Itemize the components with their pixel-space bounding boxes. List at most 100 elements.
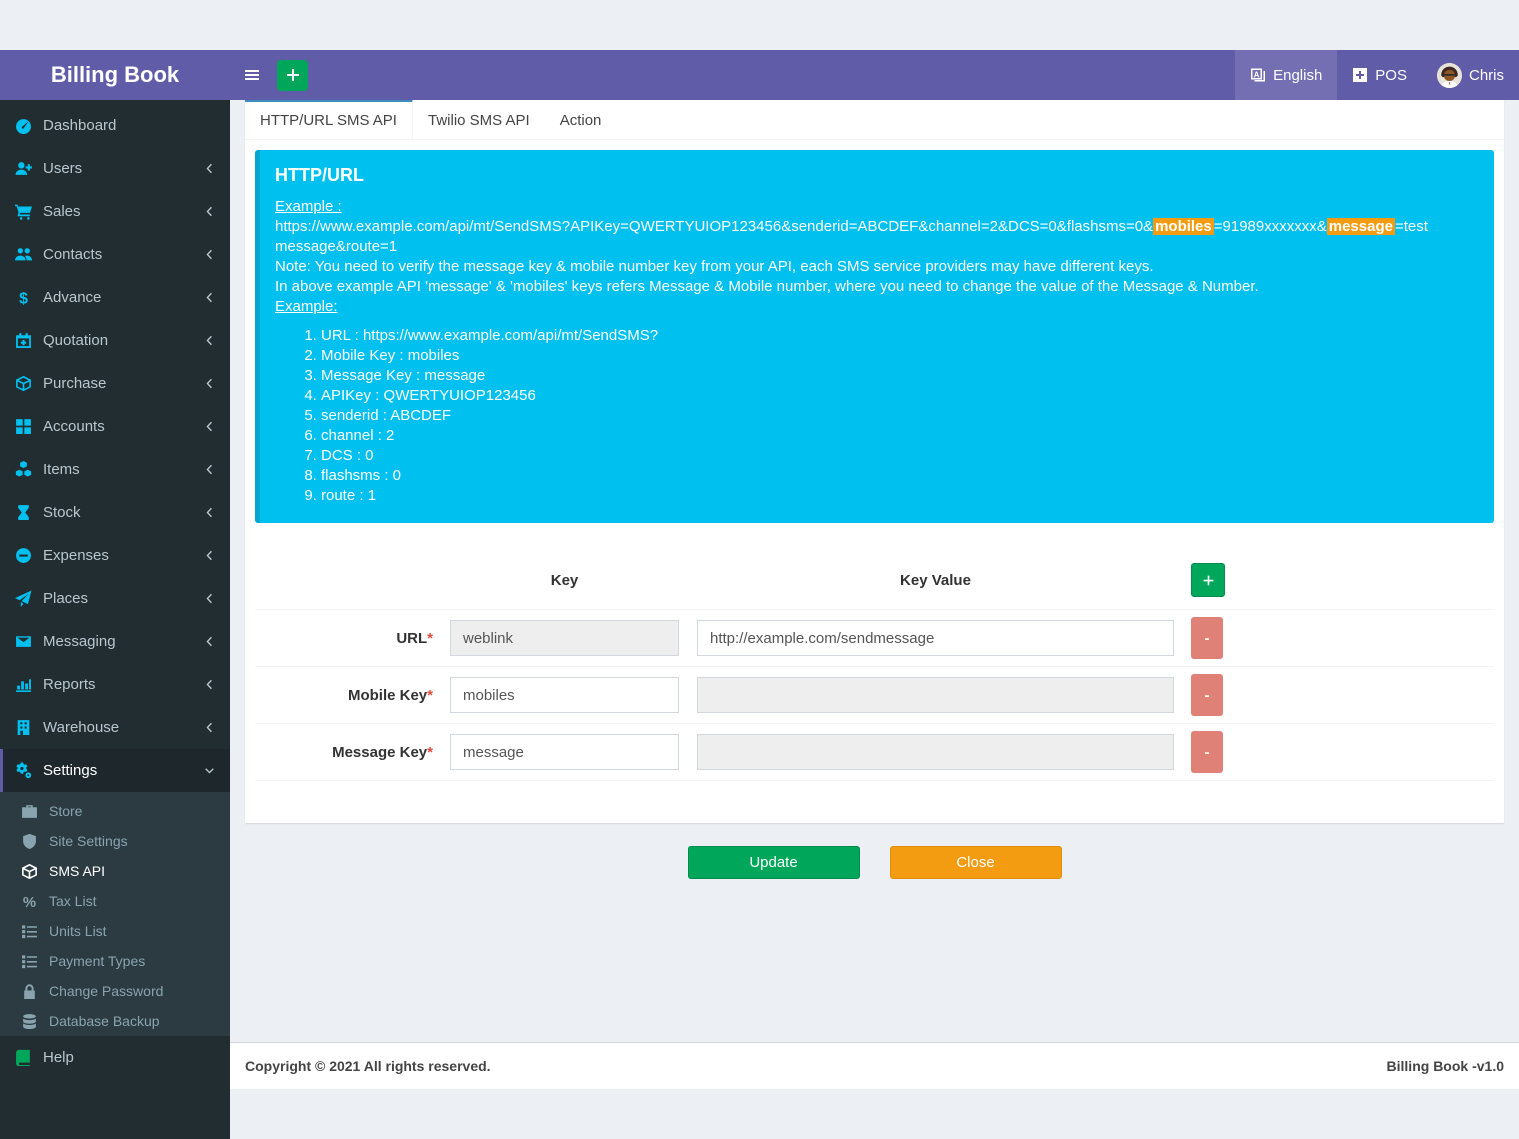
url-key-input — [450, 620, 679, 656]
table-row: Message Key* - — [255, 724, 1494, 781]
tab-link-twilio[interactable]: Twilio SMS API — [413, 99, 545, 139]
copyright-text: Copyright © 2021 All rights reserved. — [245, 1058, 491, 1074]
sidebar-sublink-store[interactable]: Store — [0, 796, 230, 826]
top-navbar: English POS Chris — [230, 50, 1519, 100]
url-value-input[interactable] — [697, 620, 1174, 656]
add-row-button[interactable] — [1191, 563, 1225, 597]
message-key-input[interactable] — [450, 734, 679, 770]
cubes-icon — [15, 461, 35, 478]
pos-button[interactable]: POS — [1337, 50, 1422, 100]
table-header-row: Key Key Value — [255, 551, 1494, 610]
user-plus-icon — [15, 160, 35, 177]
sidebar-link-expenses[interactable]: Expenses — [0, 534, 230, 577]
sidebar-toggle-button[interactable] — [230, 50, 274, 100]
sidebar-link-reports[interactable]: Reports — [0, 663, 230, 706]
tab-link-action[interactable]: Action — [545, 99, 617, 139]
remove-row-button[interactable]: - — [1191, 731, 1223, 773]
calendar-plus-icon — [15, 332, 35, 349]
sidebar-sublink-change-password[interactable]: Change Password — [0, 976, 230, 1006]
column-header-key-value: Key Value — [697, 572, 1174, 589]
app-logo[interactable]: Billing Book — [0, 50, 230, 100]
sidebar-link-help[interactable]: Help — [0, 1036, 230, 1079]
column-header-key: Key — [450, 572, 679, 589]
paper-plane-icon — [15, 590, 35, 607]
sidebar-link-advance[interactable]: Advance — [0, 276, 230, 319]
sidebar-link-settings[interactable]: Settings — [0, 749, 230, 792]
tab-twilio-sms-api: Twilio SMS API — [413, 99, 545, 139]
sidebar-sublink-units-list[interactable]: Units List — [0, 916, 230, 946]
sidebar-link-quotation[interactable]: Quotation — [0, 319, 230, 362]
list-item: Mobile Key : mobiles — [321, 346, 1464, 366]
info-box-title: HTTP/URL — [275, 165, 1464, 186]
sidebar-subitem-change-password: Change Password — [0, 976, 230, 1006]
sidebar-link-items[interactable]: Items — [0, 448, 230, 491]
briefcase-icon — [21, 803, 41, 820]
close-button[interactable]: Close — [890, 846, 1062, 879]
required-mark: * — [427, 744, 433, 761]
api-example-url: https://www.example.com/api/mt/SendSMS?A… — [275, 217, 1464, 257]
sidebar-item-users: Users — [0, 147, 230, 190]
list-item: DCS : 0 — [321, 446, 1464, 466]
sidebar-link-sales[interactable]: Sales — [0, 190, 230, 233]
sidebar-menu: Dashboard Users Sales Contacts Advance Q… — [0, 100, 230, 1079]
page-footer: Copyright © 2021 All rights reserved. Bi… — [230, 1042, 1519, 1089]
sidebar-sublink-payment-types[interactable]: Payment Types — [0, 946, 230, 976]
form-actions: Update Close — [245, 846, 1504, 879]
message-highlight: message — [1327, 218, 1395, 235]
chevron-left-icon — [204, 679, 215, 690]
mobile-key-input[interactable] — [450, 677, 679, 713]
dollar-icon — [15, 289, 35, 306]
required-mark: * — [427, 687, 433, 704]
hamburger-icon — [244, 67, 260, 83]
content-wrapper: SMS API Add/Update SMS API Home > SMS AP… — [230, 50, 1519, 1089]
list-item: APIKey : QWERTYUIOP123456 — [321, 386, 1464, 406]
example2-link[interactable]: Example: — [275, 298, 338, 315]
sidebar-link-warehouse[interactable]: Warehouse — [0, 706, 230, 749]
sidebar-sublink-tax-list[interactable]: Tax List — [0, 886, 230, 916]
tab-link-http-url[interactable]: HTTP/URL SMS API — [245, 99, 413, 139]
table-row: Mobile Key* - — [255, 667, 1494, 724]
user-menu[interactable]: Chris — [1422, 50, 1519, 100]
update-button[interactable]: Update — [688, 846, 860, 879]
sidebar-item-dashboard: Dashboard — [0, 104, 230, 147]
sidebar-link-dashboard[interactable]: Dashboard — [0, 104, 230, 147]
user-name: Chris — [1469, 67, 1504, 84]
example-link[interactable]: Example : — [275, 198, 342, 215]
sidebar-item-places: Places — [0, 577, 230, 620]
sidebar-item-advance: Advance — [0, 276, 230, 319]
chevron-left-icon — [204, 249, 215, 260]
quick-add-button[interactable] — [277, 60, 308, 91]
language-menu[interactable]: English — [1235, 50, 1337, 100]
cube-icon — [21, 863, 41, 880]
sidebar-link-places[interactable]: Places — [0, 577, 230, 620]
sidebar-link-accounts[interactable]: Accounts — [0, 405, 230, 448]
sidebar-link-messaging[interactable]: Messaging — [0, 620, 230, 663]
cube-icon — [15, 375, 35, 392]
mobile-value-input — [697, 677, 1174, 713]
api-parameter-list: URL : https://www.example.com/api/mt/Sen… — [275, 326, 1464, 506]
minus-circle-icon — [15, 547, 35, 564]
sidebar-item-purchase: Purchase — [0, 362, 230, 405]
remove-row-button[interactable]: - — [1191, 617, 1223, 659]
sidebar-link-contacts[interactable]: Contacts — [0, 233, 230, 276]
building-icon — [15, 719, 35, 736]
sidebar-subitem-store: Store — [0, 796, 230, 826]
hourglass-icon — [15, 504, 35, 521]
sidebar-sublink-sms-api[interactable]: SMS API — [0, 856, 230, 886]
sidebar-sublink-database-backup[interactable]: Database Backup — [0, 1006, 230, 1036]
tab-content: HTTP/URL Example : https://www.example.c… — [245, 140, 1504, 823]
table-row: URL* - — [255, 610, 1494, 667]
sidebar-item-reports: Reports — [0, 663, 230, 706]
sidebar-link-users[interactable]: Users — [0, 147, 230, 190]
remove-row-button[interactable]: - — [1191, 674, 1223, 716]
chevron-left-icon — [204, 163, 215, 174]
mobiles-highlight: mobiles — [1153, 218, 1214, 235]
main-content: HTTP/URL SMS API Twilio SMS API Action H… — [230, 97, 1519, 879]
navbar-right: English POS Chris — [1235, 50, 1519, 100]
sidebar-link-purchase[interactable]: Purchase — [0, 362, 230, 405]
sidebar-sublink-site-settings[interactable]: Site Settings — [0, 826, 230, 856]
info-note: Note: You need to verify the message key… — [275, 257, 1464, 277]
chevron-left-icon — [204, 464, 215, 475]
sidebar-link-stock[interactable]: Stock — [0, 491, 230, 534]
gears-icon — [15, 762, 35, 779]
